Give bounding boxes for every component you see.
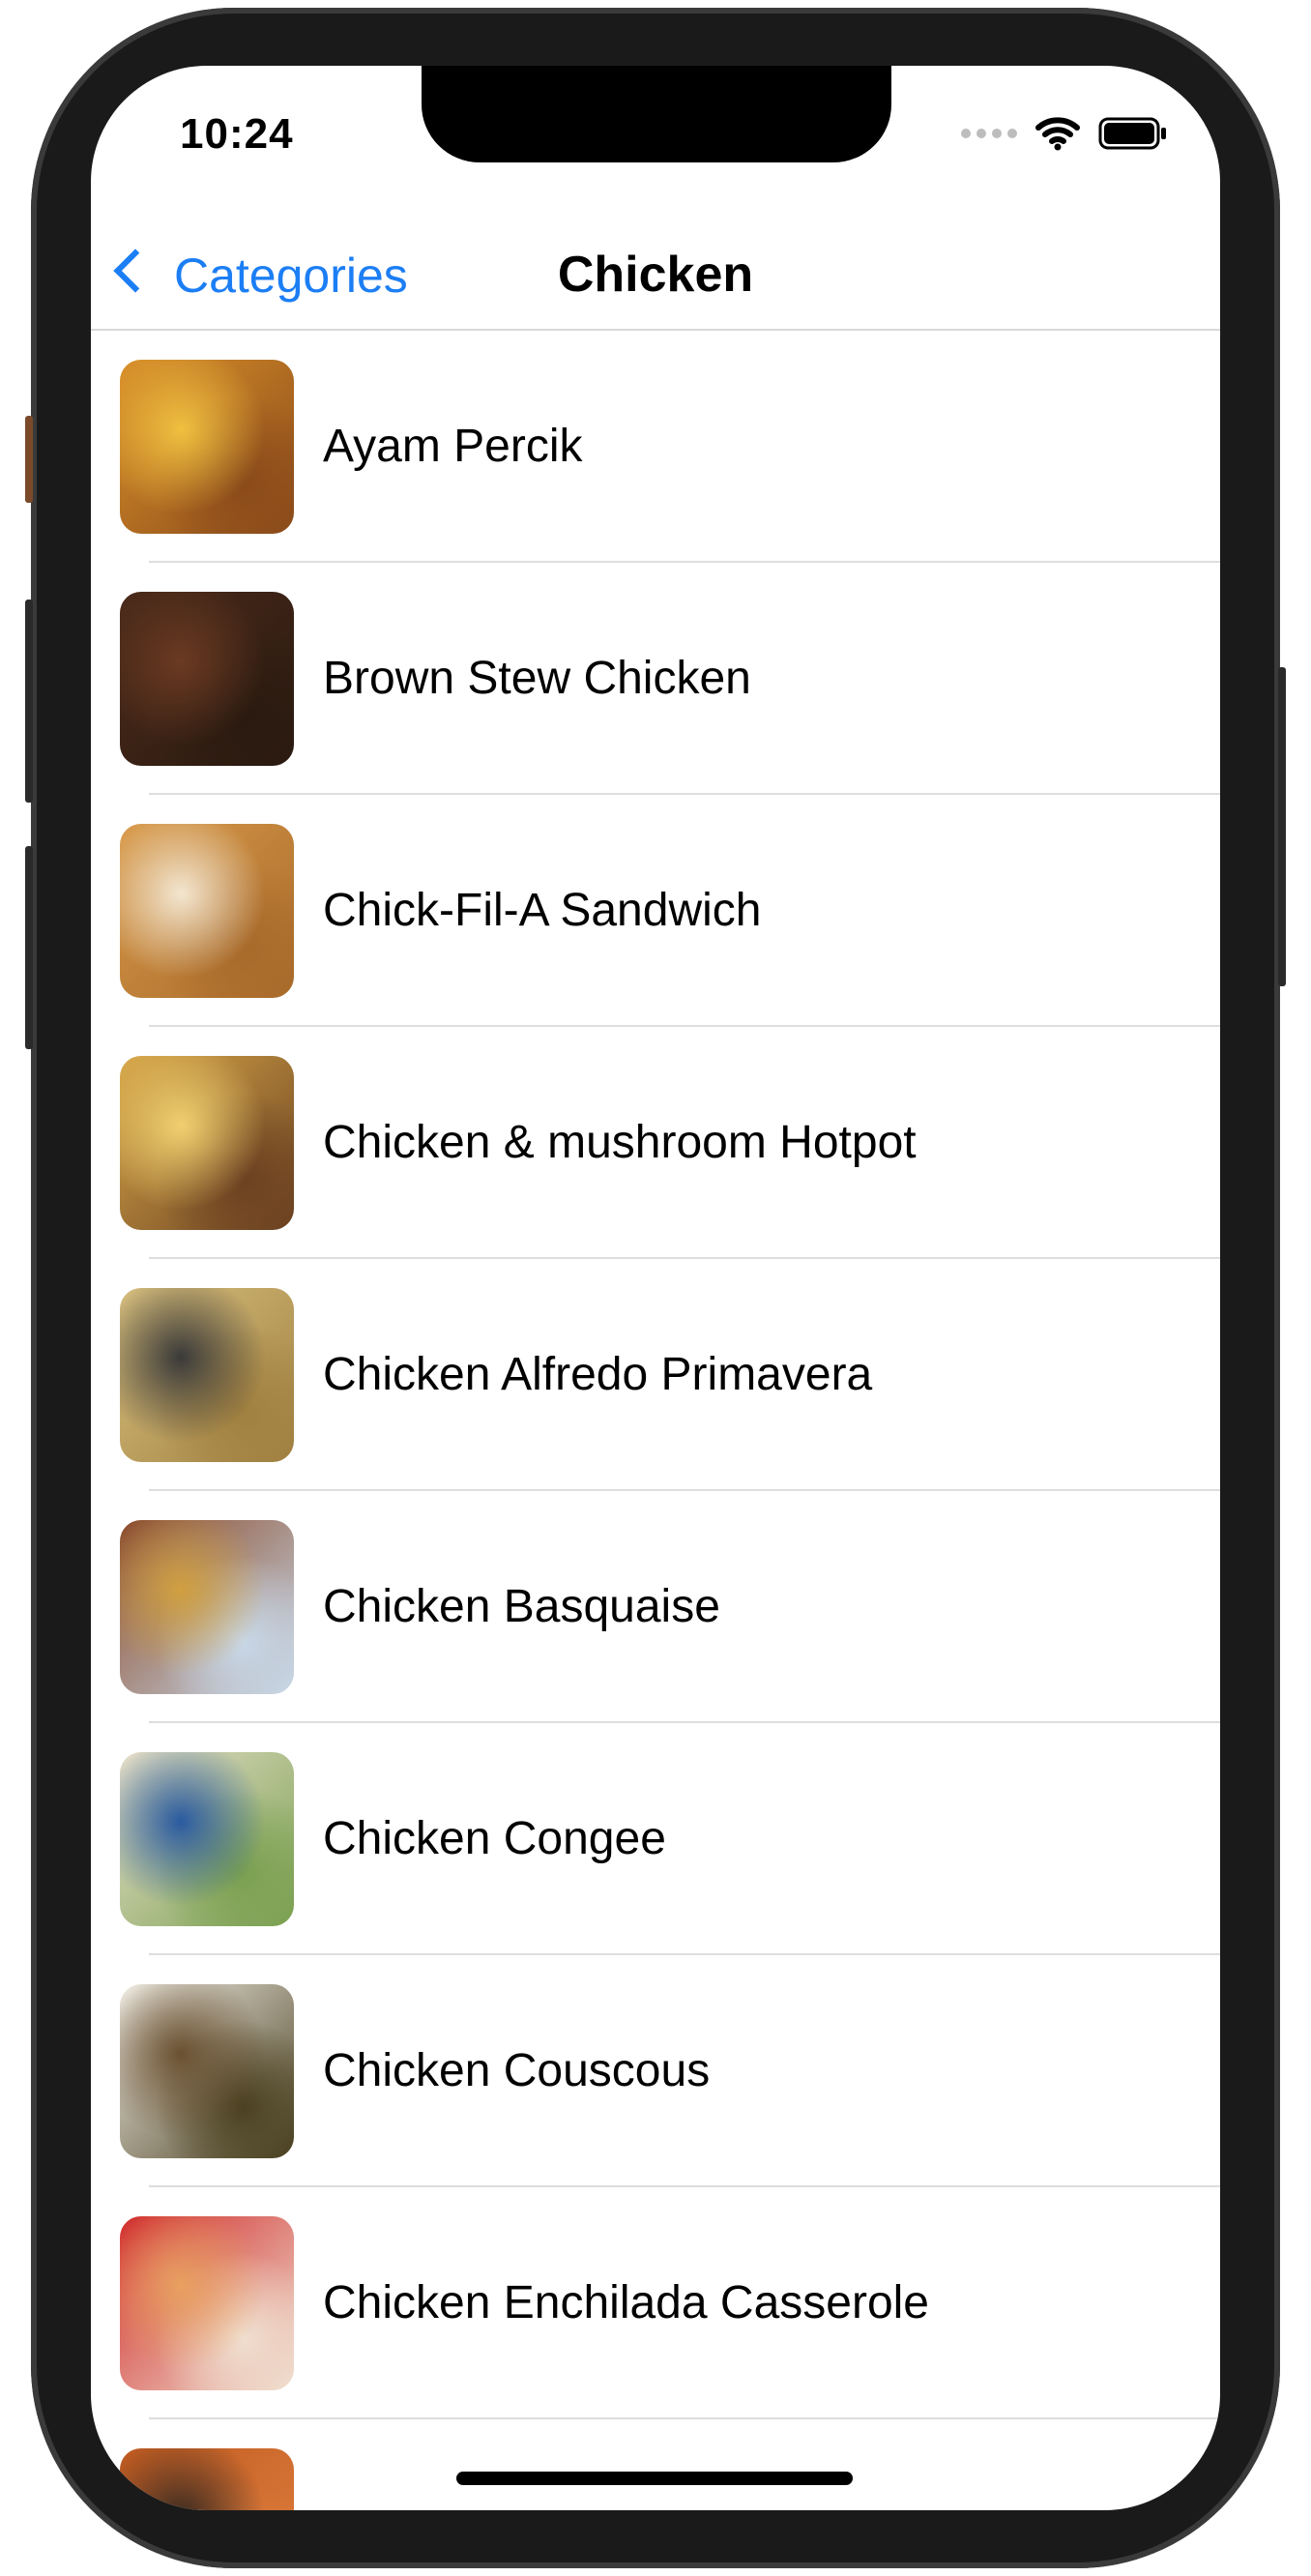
recipe-title: Chicken Couscous: [323, 2045, 711, 2096]
status-time: 10:24: [180, 110, 294, 158]
recipe-row[interactable]: Chicken Couscous: [91, 1955, 1220, 2187]
wifi-icon: [1035, 117, 1080, 151]
recipe-thumbnail: [120, 2448, 294, 2510]
recipe-thumbnail: [120, 592, 294, 766]
power-button: [1278, 667, 1286, 986]
battery-icon: [1098, 117, 1166, 150]
mute-switch: [25, 416, 33, 503]
navigation-bar: Categories Chicken: [91, 230, 1220, 329]
phone-screen: 10:24 Categories Chicken Ayam Percik Brow…: [91, 66, 1220, 2510]
recipe-thumbnail: [120, 2216, 294, 2390]
recipe-title: Chicken Congee: [323, 1813, 666, 1864]
recipe-title: Chicken Basquaise: [323, 1581, 720, 1632]
home-indicator[interactable]: [456, 2472, 853, 2485]
recipe-row[interactable]: [91, 2419, 1220, 2510]
recipe-row[interactable]: Chicken Basquaise: [91, 1491, 1220, 1723]
recipe-row[interactable]: Chicken Enchilada Casserole: [91, 2187, 1220, 2419]
recipe-row[interactable]: Chicken Alfredo Primavera: [91, 1259, 1220, 1491]
recipe-title: Chicken Alfredo Primavera: [323, 1349, 873, 1400]
recipe-thumbnail: [120, 1984, 294, 2158]
recipe-title: Chicken & mushroom Hotpot: [323, 1117, 917, 1168]
recipe-thumbnail: [120, 1752, 294, 1926]
recipe-thumbnail: [120, 824, 294, 998]
recipe-list: Ayam Percik Brown Stew Chicken Chick-Fil-A…: [91, 329, 1220, 2510]
recipe-row[interactable]: Brown Stew Chicken: [91, 563, 1220, 795]
volume-up-button: [25, 600, 33, 803]
recipe-title: Ayam Percik: [323, 421, 583, 472]
recipe-row[interactable]: Ayam Percik: [91, 331, 1220, 563]
status-icons: [961, 114, 1168, 153]
recipe-row[interactable]: Chicken Congee: [91, 1723, 1220, 1955]
volume-down-button: [25, 846, 33, 1049]
recipe-title: Chicken Enchilada Casserole: [323, 2277, 929, 2328]
recipe-row[interactable]: Chick-Fil-A Sandwich: [91, 795, 1220, 1027]
cellular-signal-icon: [961, 129, 1017, 138]
recipe-thumbnail: [120, 1288, 294, 1462]
page-title: Chicken: [557, 247, 754, 303]
recipe-title: Brown Stew Chicken: [323, 653, 751, 704]
recipe-thumbnail: [120, 1520, 294, 1694]
recipe-thumbnail: [120, 360, 294, 534]
recipe-title: Chick-Fil-A Sandwich: [323, 885, 762, 936]
notch: [422, 66, 891, 162]
recipe-row[interactable]: Chicken & mushroom Hotpot: [91, 1027, 1220, 1259]
recipe-thumbnail: [120, 1056, 294, 1230]
